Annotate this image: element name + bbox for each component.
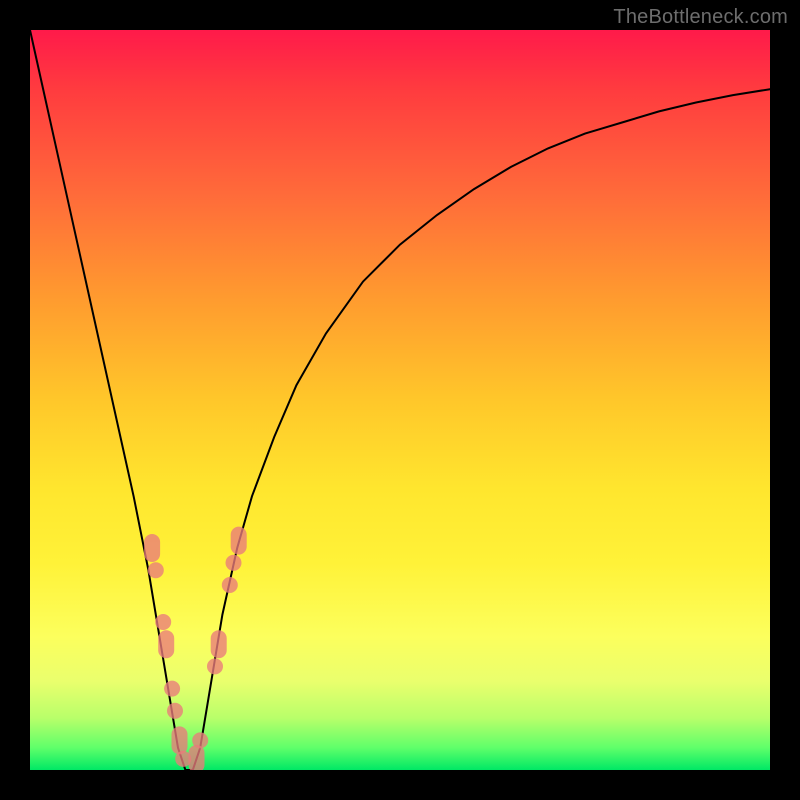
curve-svg bbox=[30, 30, 770, 770]
bottleneck-curve bbox=[30, 30, 770, 770]
marker-pill bbox=[158, 630, 174, 658]
marker-cluster-left bbox=[144, 534, 191, 767]
marker-pill bbox=[144, 534, 160, 562]
marker-dot bbox=[148, 562, 164, 578]
marker-dot bbox=[164, 681, 180, 697]
chart-frame: TheBottleneck.com bbox=[0, 0, 800, 800]
marker-dot bbox=[226, 555, 242, 571]
marker-dot bbox=[207, 658, 223, 674]
marker-dot bbox=[192, 732, 208, 748]
marker-dot bbox=[155, 614, 171, 630]
plot-area bbox=[30, 30, 770, 770]
marker-cluster-right bbox=[189, 527, 247, 770]
marker-dot bbox=[167, 703, 183, 719]
marker-pill bbox=[189, 745, 205, 770]
marker-pill bbox=[211, 630, 227, 658]
marker-pill bbox=[231, 527, 247, 555]
marker-dot bbox=[222, 577, 238, 593]
watermark-text: TheBottleneck.com bbox=[613, 6, 788, 29]
marker-pill bbox=[172, 726, 188, 754]
